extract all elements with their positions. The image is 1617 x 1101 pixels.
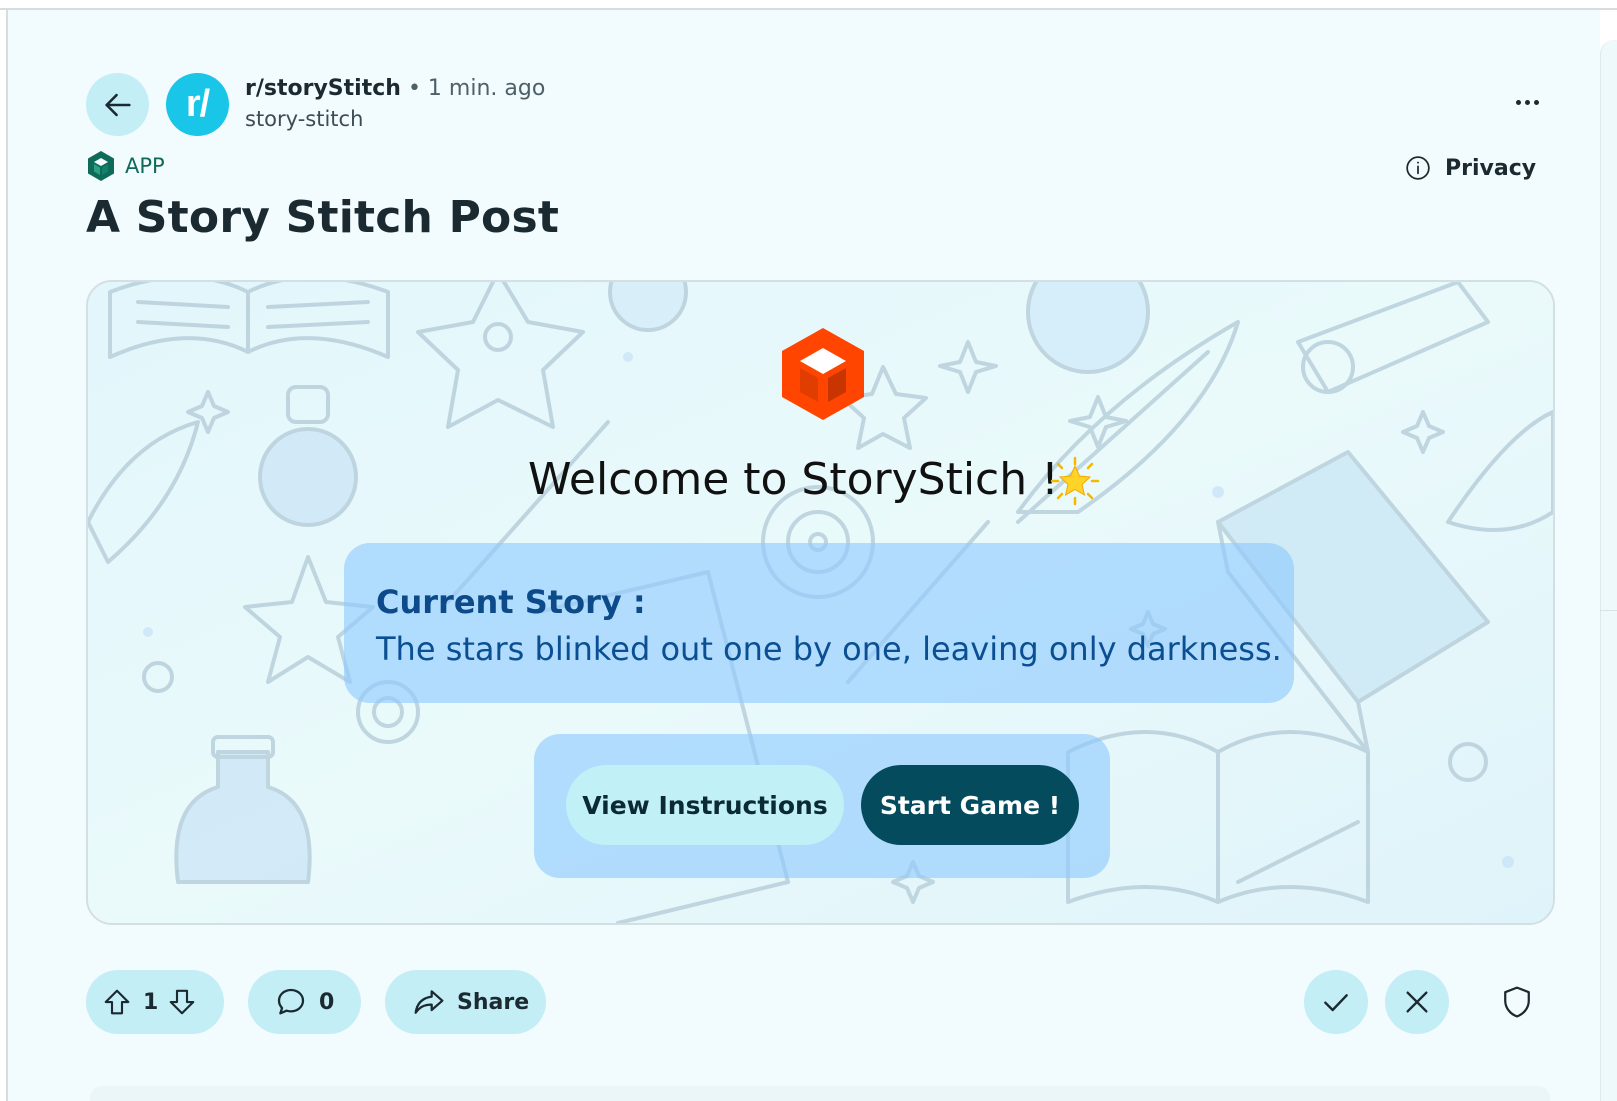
app-cube-icon <box>88 151 114 181</box>
downvote-button[interactable] <box>161 981 203 1023</box>
view-instructions-button[interactable]: View Instructions <box>566 765 844 845</box>
subreddit-name-link[interactable]: r/storyStitch <box>245 76 401 101</box>
checkmark-icon <box>1324 994 1348 1012</box>
app-badge: APP <box>86 150 165 182</box>
arrow-up-icon <box>104 989 130 1015</box>
shield-icon <box>1504 986 1530 1018</box>
vote-count: 1 <box>143 989 159 1015</box>
app-window: r/ r/storyStitch • 1 min. ago story-stit… <box>0 0 1617 1101</box>
remove-button[interactable] <box>1385 970 1449 1034</box>
welcome-heading: Welcome to StoryStich ! <box>528 454 1059 505</box>
more-horizontal-icon <box>1514 99 1541 105</box>
storystitch-logo-icon <box>782 328 864 420</box>
app-badge-label: APP <box>125 154 165 178</box>
privacy-link[interactable]: Privacy <box>1405 152 1536 184</box>
mod-shield-button[interactable] <box>1485 970 1549 1034</box>
current-story-text: The stars blinked out one by one, leavin… <box>376 630 1282 668</box>
post-title: A Story Stitch Post <box>86 192 560 243</box>
share-button[interactable]: Share <box>385 970 546 1034</box>
vote-controls: 1 <box>86 970 224 1034</box>
glowing-star-emoji <box>1050 456 1100 506</box>
current-story-panel: Current Story : The stars blinked out on… <box>344 543 1294 703</box>
approve-button[interactable] <box>1304 970 1368 1034</box>
current-story-label: Current Story : <box>376 583 646 621</box>
post-meta: r/storyStitch • 1 min. ago story-stitch <box>245 76 545 136</box>
start-game-button[interactable]: Start Game ! <box>861 765 1079 845</box>
app-embed: Welcome to StoryStich ! Current Story : … <box>86 280 1555 925</box>
top-divider <box>0 8 1617 10</box>
avatar-text: r/ <box>185 83 210 125</box>
left-divider <box>6 8 8 1101</box>
next-content-edge <box>90 1086 1550 1101</box>
meta-separator: • <box>407 76 421 101</box>
post-time: 1 min. ago <box>427 76 546 101</box>
privacy-label: Privacy <box>1445 155 1537 181</box>
arrow-down-icon <box>170 989 195 1015</box>
right-sidebar-divider <box>1600 610 1617 611</box>
comments-button[interactable]: 0 <box>248 970 361 1034</box>
more-options-button[interactable] <box>1506 86 1548 118</box>
post-meta-line: r/storyStitch • 1 min. ago <box>245 76 545 101</box>
subreddit-avatar[interactable]: r/ <box>166 73 229 136</box>
game-buttons-panel: View Instructions Start Game ! <box>534 734 1110 878</box>
post-author[interactable]: story-stitch <box>245 107 545 131</box>
share-arrow-icon <box>413 986 445 1018</box>
share-label: Share <box>457 989 530 1015</box>
comment-bubble-icon <box>275 986 307 1018</box>
close-icon <box>1406 991 1428 1013</box>
comment-count: 0 <box>319 989 335 1015</box>
upvote-button[interactable] <box>96 981 138 1023</box>
right-sidebar-edge <box>1600 40 1617 1101</box>
back-button[interactable] <box>86 73 149 136</box>
arrow-left-icon <box>104 93 131 116</box>
info-icon <box>1406 156 1430 180</box>
